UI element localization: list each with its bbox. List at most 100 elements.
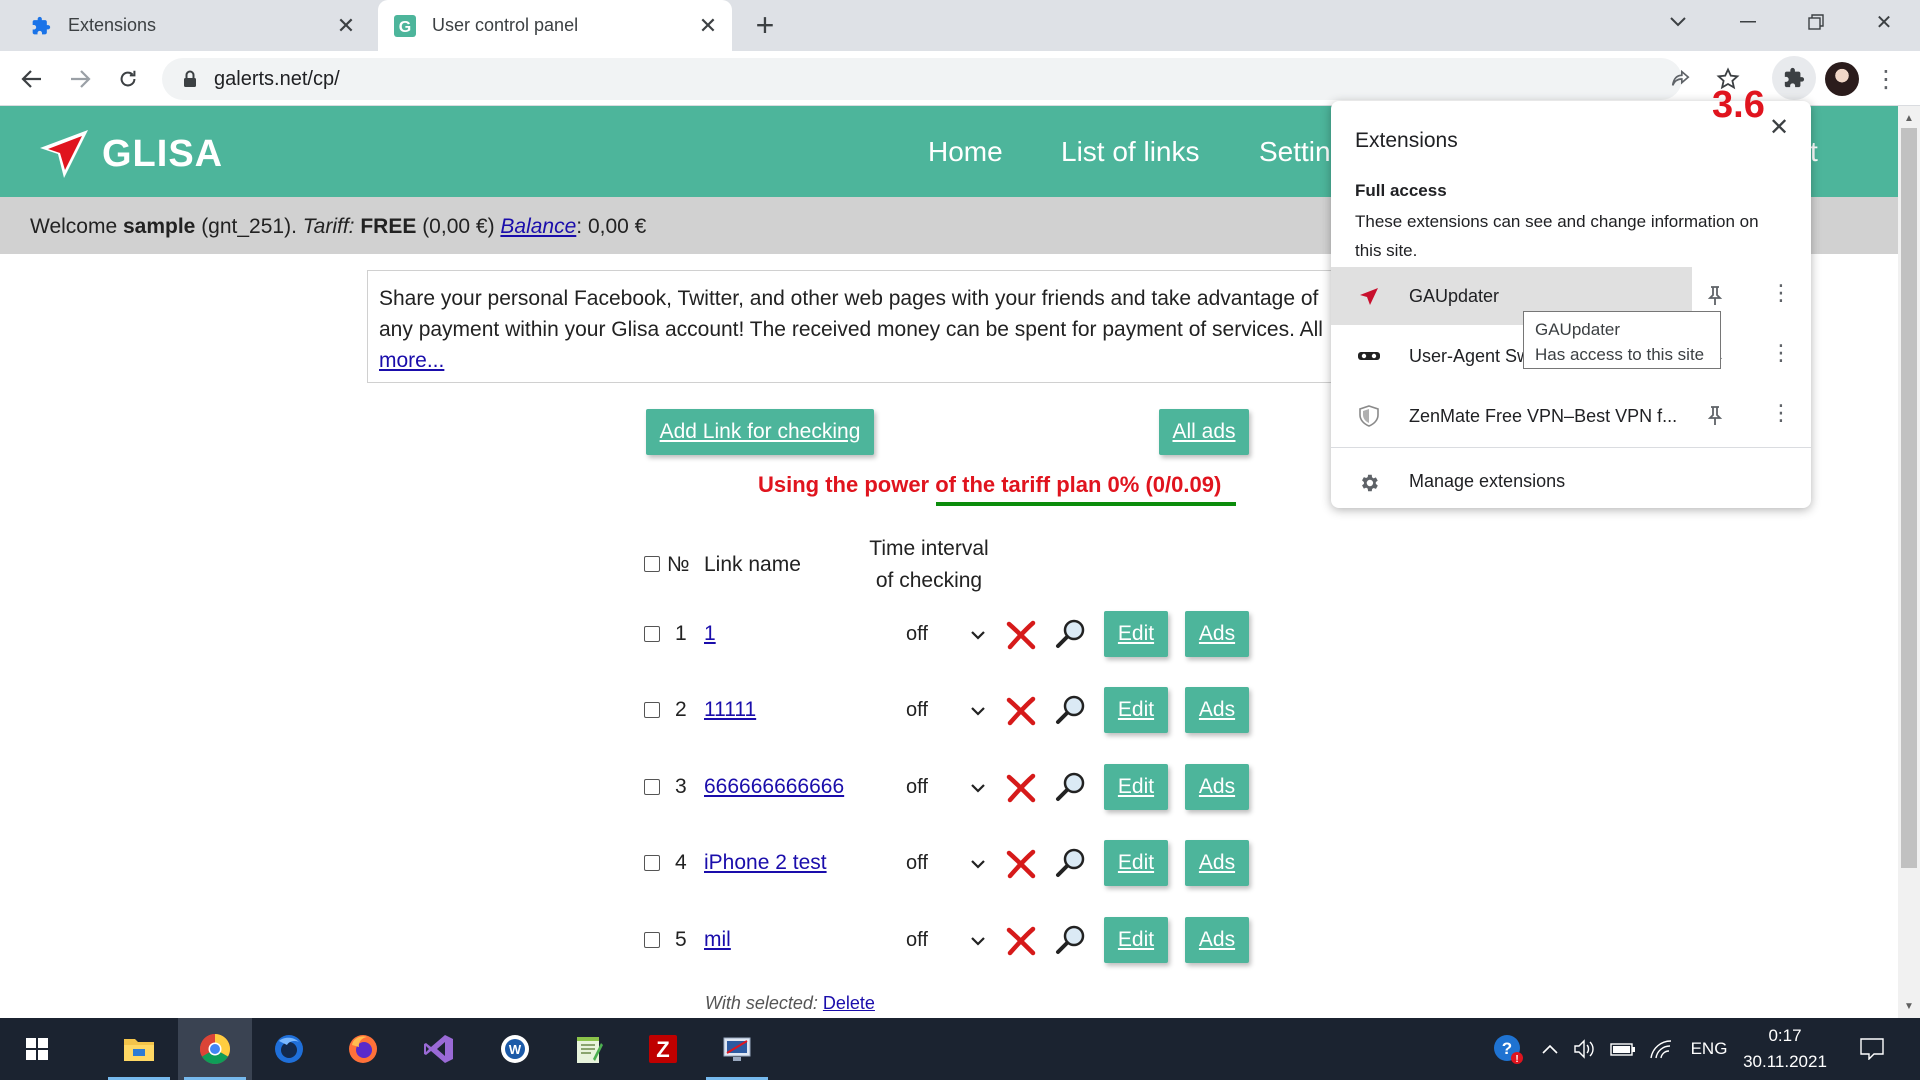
delete-x-icon[interactable]: [1004, 771, 1038, 805]
balance-link[interactable]: Balance: [500, 215, 576, 238]
address-bar[interactable]: galerts.net/cp/: [162, 58, 1682, 100]
row-ads-button[interactable]: Ads: [1185, 687, 1249, 733]
manage-extensions-item[interactable]: Manage extensions: [1331, 461, 1811, 505]
window-close-icon[interactable]: ✕: [1856, 0, 1912, 44]
close-icon[interactable]: ✕: [332, 12, 360, 40]
select-all-checkbox[interactable]: [644, 556, 660, 572]
scrollbar-thumb[interactable]: [1901, 128, 1917, 868]
wifi-icon[interactable]: [1644, 1018, 1678, 1080]
nav-list-of-links[interactable]: List of links: [1061, 136, 1200, 168]
restore-icon[interactable]: [1788, 0, 1844, 44]
help-notification-icon[interactable]: ?!: [1488, 1018, 1528, 1080]
delete-x-icon[interactable]: [1004, 847, 1038, 881]
delete-x-icon[interactable]: [1004, 618, 1038, 652]
notepad-plus-plus-icon[interactable]: [552, 1018, 626, 1080]
windows-start-icon[interactable]: [0, 1018, 74, 1080]
new-tab-icon[interactable]: +: [748, 7, 782, 43]
nav-home[interactable]: Home: [928, 136, 1003, 168]
action-center-icon[interactable]: [1850, 1018, 1894, 1080]
close-icon[interactable]: ✕: [1763, 111, 1795, 143]
row-checkbox[interactable]: [644, 855, 660, 871]
close-icon[interactable]: ✕: [694, 12, 722, 40]
delete-x-icon[interactable]: [1004, 924, 1038, 958]
share-icon[interactable]: [1662, 61, 1698, 97]
row-interval-select[interactable]: off: [906, 852, 928, 875]
row-checkbox[interactable]: [644, 932, 660, 948]
app-w-icon[interactable]: W: [478, 1018, 552, 1080]
add-link-button[interactable]: Add Link for checking: [646, 409, 874, 455]
nav-item-partial[interactable]: t: [1810, 136, 1818, 168]
row-interval-select[interactable]: off: [906, 623, 928, 646]
show-hidden-icons-chevron-icon[interactable]: [1536, 1018, 1564, 1080]
row-link-name[interactable]: 11111: [704, 698, 756, 722]
row-link-name[interactable]: 1: [704, 622, 716, 646]
nav-settings[interactable]: Settin: [1259, 136, 1331, 168]
delete-x-icon[interactable]: [1004, 694, 1038, 728]
row-link-name[interactable]: 666666666666: [704, 775, 844, 799]
chevron-down-icon[interactable]: [968, 625, 988, 645]
tab-user-control-panel[interactable]: G User control panel ✕: [378, 0, 732, 51]
chevron-down-icon[interactable]: [968, 701, 988, 721]
row-ads-button[interactable]: Ads: [1185, 611, 1249, 657]
more-options-icon[interactable]: ⋮: [1770, 399, 1792, 427]
visual-studio-icon[interactable]: [402, 1018, 476, 1080]
magnifier-icon[interactable]: [1054, 845, 1088, 879]
magnifier-icon[interactable]: [1054, 616, 1088, 650]
row-link-name[interactable]: mil: [704, 928, 731, 952]
lock-icon[interactable]: [178, 70, 202, 88]
chrome-menu-icon[interactable]: ⋮: [1874, 62, 1898, 96]
filezilla-icon[interactable]: Z: [626, 1018, 700, 1080]
promo-more-link[interactable]: more...: [379, 349, 444, 372]
logo-text: GLISA: [102, 132, 224, 175]
language-indicator[interactable]: ENG: [1682, 1018, 1736, 1080]
row-edit-button[interactable]: Edit: [1104, 611, 1168, 657]
clock[interactable]: 0:17 30.11.2021: [1740, 1018, 1830, 1080]
remote-desktop-icon[interactable]: [700, 1018, 774, 1080]
magnifier-icon[interactable]: [1054, 922, 1088, 956]
scroll-up-icon[interactable]: ▲: [1898, 108, 1920, 128]
extension-item-zenmate[interactable]: ZenMate Free VPN–Best VPN f...: [1331, 387, 1811, 445]
minimize-icon[interactable]: [1720, 0, 1776, 44]
row-ads-button[interactable]: Ads: [1185, 917, 1249, 963]
extensions-puzzle-button[interactable]: [1772, 56, 1816, 100]
row-ads-button[interactable]: Ads: [1185, 764, 1249, 810]
chevron-down-icon[interactable]: [968, 931, 988, 951]
row-edit-button[interactable]: Edit: [1104, 764, 1168, 810]
magnifier-icon[interactable]: [1054, 769, 1088, 803]
firefox-nightly-icon[interactable]: [252, 1018, 326, 1080]
row-checkbox[interactable]: [644, 626, 660, 642]
tab-extensions[interactable]: Extensions ✕: [14, 0, 370, 51]
glisa-logo[interactable]: GLISA: [36, 126, 223, 182]
back-icon[interactable]: [12, 59, 52, 99]
forward-icon[interactable]: [60, 59, 100, 99]
row-checkbox[interactable]: [644, 702, 660, 718]
row-interval-select[interactable]: off: [906, 699, 928, 722]
pin-icon[interactable]: [1703, 284, 1727, 308]
chrome-icon[interactable]: [178, 1018, 252, 1080]
file-explorer-icon[interactable]: [102, 1018, 176, 1080]
row-interval-select[interactable]: off: [906, 929, 928, 952]
more-options-icon[interactable]: ⋮: [1770, 339, 1792, 367]
volume-icon[interactable]: [1568, 1018, 1602, 1080]
browser-toolbar: galerts.net/cp/ ⋮: [0, 51, 1920, 106]
row-edit-button[interactable]: Edit: [1104, 687, 1168, 733]
chevron-down-icon[interactable]: [968, 778, 988, 798]
row-link-name[interactable]: iPhone 2 test: [704, 851, 827, 875]
row-edit-button[interactable]: Edit: [1104, 917, 1168, 963]
tab-search-chevron-icon[interactable]: [1650, 0, 1706, 44]
profile-avatar[interactable]: [1825, 62, 1859, 96]
firefox-icon[interactable]: [326, 1018, 400, 1080]
scroll-down-icon[interactable]: ▼: [1898, 996, 1920, 1016]
row-checkbox[interactable]: [644, 779, 660, 795]
row-edit-button[interactable]: Edit: [1104, 840, 1168, 886]
reload-icon[interactable]: [108, 59, 148, 99]
battery-icon[interactable]: [1606, 1018, 1640, 1080]
row-ads-button[interactable]: Ads: [1185, 840, 1249, 886]
more-options-icon[interactable]: ⋮: [1770, 279, 1792, 307]
magnifier-icon[interactable]: [1054, 692, 1088, 726]
chevron-down-icon[interactable]: [968, 854, 988, 874]
all-ads-button[interactable]: All ads: [1159, 409, 1249, 455]
pin-icon[interactable]: [1703, 404, 1727, 428]
row-interval-select[interactable]: off: [906, 776, 928, 799]
bulk-delete-link[interactable]: Delete: [823, 993, 875, 1013]
